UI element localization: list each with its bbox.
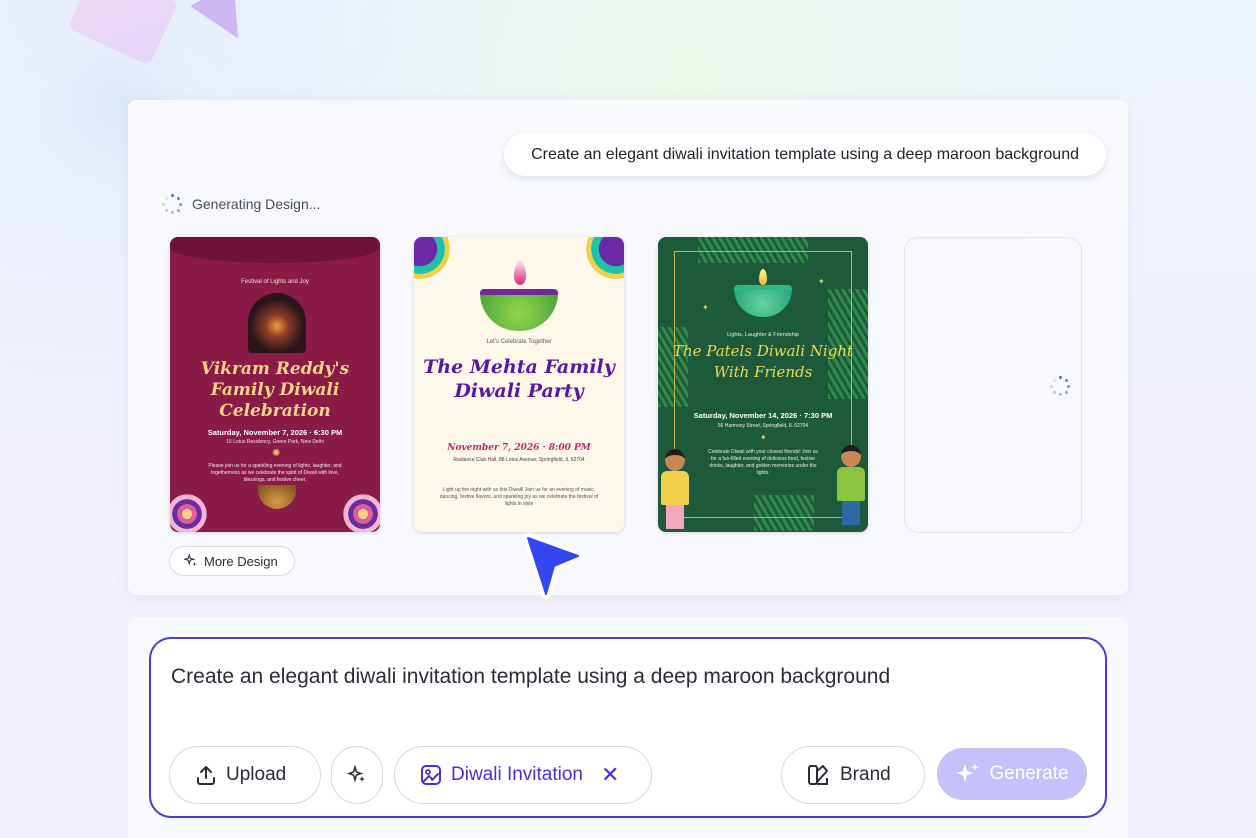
magic-button[interactable] bbox=[331, 746, 383, 804]
background-triangle bbox=[190, 0, 260, 52]
card-title: Vikram Reddy's Family Diwali Celebration bbox=[200, 359, 350, 421]
card-body: Please join us for a sparkling evening o… bbox=[208, 463, 342, 483]
loading-spinner-icon bbox=[1050, 376, 1070, 396]
flame-icon bbox=[759, 269, 767, 285]
card-address: 15 Lotus Residency, Green Park, New Delh… bbox=[226, 439, 324, 445]
design-results: Festival of Lights and Joy Vikram Reddy'… bbox=[170, 237, 1082, 533]
brand-label: Brand bbox=[840, 764, 891, 785]
brand-button[interactable]: Brand bbox=[781, 746, 925, 804]
card-address: 56 Harmony Street, Springfield, IL 62704 bbox=[717, 423, 809, 429]
card-title: The Mehta Family Diwali Party bbox=[423, 356, 615, 402]
image-edit-icon bbox=[421, 765, 441, 785]
card-body: Celebrate Diwali with your closest frien… bbox=[708, 449, 818, 476]
composer-panel: Create an elegant diwali invitation temp… bbox=[128, 617, 1128, 838]
card-date: November 7, 2026 · 8:00 PM bbox=[447, 443, 591, 453]
boy-illustration bbox=[834, 445, 868, 525]
flame-icon bbox=[514, 261, 526, 285]
palette-icon bbox=[808, 765, 828, 785]
generating-status: Generating Design... bbox=[162, 194, 320, 214]
results-panel: Create an elegant diwali invitation temp… bbox=[128, 100, 1128, 595]
lamp-photo bbox=[248, 293, 306, 353]
card-subtitle: Lights, Laughter & Friendship bbox=[727, 332, 799, 338]
design-card-cream[interactable]: Let's Celebrate Together The Mehta Famil… bbox=[414, 237, 624, 532]
design-card-green[interactable]: ✦ ✦ Lights, Laughter & Friendship The Pa… bbox=[658, 237, 868, 532]
mandala-right bbox=[586, 237, 624, 279]
mandala-right bbox=[340, 491, 380, 532]
close-icon[interactable]: ✕ bbox=[601, 762, 619, 788]
card-subtitle: Festival of Lights and Joy bbox=[241, 279, 309, 285]
design-card-maroon[interactable]: Festival of Lights and Joy Vikram Reddy'… bbox=[170, 237, 380, 532]
generate-label: Generate bbox=[989, 763, 1069, 784]
upload-label: Upload bbox=[226, 764, 287, 785]
sun-ornament-icon: ✺ bbox=[272, 448, 281, 459]
upload-icon bbox=[197, 766, 215, 785]
sparkle-icon: ✦ bbox=[702, 303, 709, 312]
status-text: Generating Design... bbox=[192, 196, 321, 212]
prompt-input[interactable]: Create an elegant diwali invitation temp… bbox=[171, 665, 890, 689]
mandala-left bbox=[414, 237, 450, 279]
loading-spinner-icon bbox=[162, 194, 182, 214]
mandala-left bbox=[170, 491, 210, 532]
more-design-button[interactable]: More Design bbox=[169, 546, 295, 576]
design-card-loading bbox=[904, 237, 1082, 533]
cursor-pointer-icon bbox=[523, 533, 583, 599]
upload-button[interactable]: Upload bbox=[169, 746, 321, 804]
diya-icon bbox=[480, 289, 558, 331]
girl-illustration bbox=[658, 449, 692, 529]
sparkle-icon bbox=[347, 765, 365, 783]
tag-label: Diwali Invitation bbox=[451, 764, 583, 785]
sparkle-icon: ✦ bbox=[760, 433, 767, 442]
card-subtitle: Let's Celebrate Together bbox=[486, 339, 552, 345]
sparkle-icon bbox=[184, 554, 197, 567]
prompt-composer[interactable]: Create an elegant diwali invitation temp… bbox=[149, 637, 1107, 818]
card-date: Saturday, November 7, 2026 · 6:30 PM bbox=[207, 428, 343, 437]
card-body: Light up the night with us this Diwali! … bbox=[439, 487, 599, 507]
diya-icon bbox=[258, 485, 296, 509]
card-address: Radiance Club Hall, 88 Lotus Avenue, Spr… bbox=[453, 457, 585, 463]
more-design-label: More Design bbox=[204, 553, 278, 569]
sparkle-icon: ✦ bbox=[818, 277, 825, 286]
generate-button[interactable]: Generate bbox=[937, 748, 1087, 800]
curtain-decoration bbox=[170, 237, 380, 263]
sparkle-icon bbox=[956, 763, 980, 782]
template-tag-chip[interactable]: Diwali Invitation ✕ bbox=[394, 746, 652, 804]
card-date: Saturday, November 14, 2026 · 7:30 PM bbox=[693, 411, 833, 420]
card-title: The Patels Diwali Night With Friends bbox=[672, 342, 854, 381]
prompt-bubble: Create an elegant diwali invitation temp… bbox=[504, 133, 1106, 176]
